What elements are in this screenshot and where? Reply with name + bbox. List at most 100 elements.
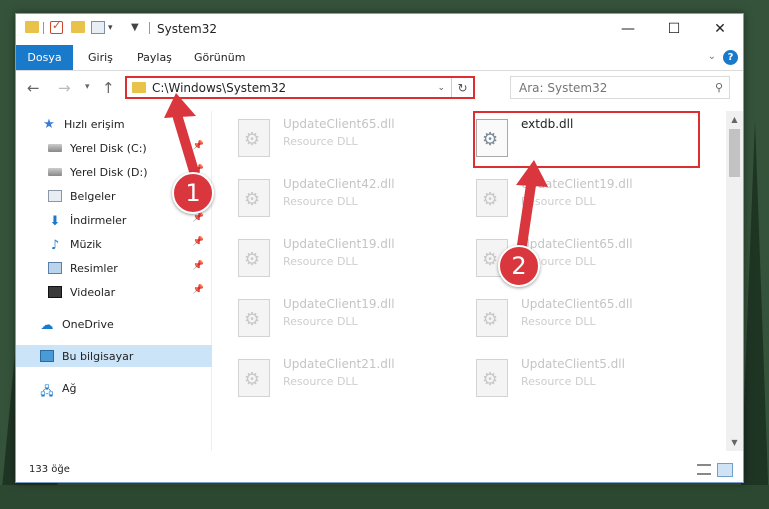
file-type: Resource DLL — [521, 195, 596, 208]
file-type: Resource DLL — [283, 135, 358, 148]
dll-file-icon — [238, 359, 270, 397]
address-dropdown-icon[interactable]: ⌄ — [437, 83, 451, 93]
step-2-badge: 2 — [498, 245, 540, 287]
pin-icon[interactable]: 📌 — [193, 141, 204, 151]
sidebar-item-label: Hızlı erişim — [64, 117, 125, 131]
recent-locations-icon[interactable]: ▾ — [85, 82, 90, 92]
file-type: Resource DLL — [521, 315, 596, 328]
file-item[interactable]: UpdateClient21.dll Resource DLL — [213, 353, 438, 403]
minimize-button[interactable]: — — [605, 14, 651, 44]
file-type: Resource DLL — [283, 255, 358, 268]
sidebar-item-this-pc[interactable]: Bu bilgisayar — [16, 345, 212, 367]
dll-file-icon — [476, 359, 508, 397]
search-box[interactable]: ⚲ — [510, 76, 730, 99]
downloads-icon: ⬇ — [49, 214, 61, 229]
sidebar-item-downloads[interactable]: ⬇ İndirmeler 📌 — [16, 209, 212, 231]
file-item[interactable]: UpdateClient42.dll Resource DLL — [213, 173, 438, 223]
maximize-button[interactable]: ☐ — [651, 14, 697, 44]
window-title: System32 — [157, 22, 218, 36]
address-path[interactable]: C:\Windows\System32 — [152, 81, 437, 95]
address-row: ← → ▾ ↑ C:\Windows\System32 ⌄ ↻ ⚲ — [16, 72, 743, 104]
customize-icon[interactable] — [91, 21, 105, 34]
close-button[interactable]: ✕ — [697, 14, 743, 44]
tab-home[interactable]: Giriş — [76, 45, 125, 70]
dll-file-icon — [238, 119, 270, 157]
search-input[interactable] — [519, 80, 709, 95]
dll-file-icon — [238, 179, 270, 217]
pictures-icon — [48, 262, 62, 274]
sidebar-item-quick-access[interactable]: ★ Hızlı erişim — [16, 113, 212, 135]
pin-icon[interactable]: 📌 — [193, 261, 204, 271]
scroll-up-icon[interactable]: ▲ — [726, 111, 743, 128]
file-item[interactable]: UpdateClient19.dll Resource DLL — [213, 233, 438, 283]
file-item[interactable]: UpdateClient19.dll Resource DLL — [213, 293, 438, 343]
sidebar-item-label: OneDrive — [62, 317, 114, 331]
ribbon-tabs: Dosya Giriş Paylaş Görünüm ⌄ ? — [16, 45, 743, 71]
file-item[interactable]: UpdateClient5.dll Resource DLL — [451, 353, 676, 403]
dll-file-icon — [238, 239, 270, 277]
sidebar-item-label: Bu bilgisayar — [62, 349, 134, 363]
vertical-scrollbar[interactable]: ▲ ▼ — [726, 111, 743, 451]
pin-icon[interactable]: 📌 — [193, 237, 204, 247]
up-arrow-icon[interactable]: ↑ — [102, 79, 115, 97]
quick-access-dropdown-icon[interactable]: ▼ — [131, 22, 139, 33]
title-separator — [149, 22, 150, 34]
toolbar-separator — [43, 22, 44, 34]
file-item[interactable]: UpdateClient19.dll Resource DLL — [451, 173, 676, 223]
address-bar[interactable]: C:\Windows\System32 ⌄ ↻ — [125, 76, 475, 99]
properties-check-icon[interactable] — [50, 19, 63, 34]
sidebar-item-music[interactable]: ♪ Müzik 📌 — [16, 233, 212, 255]
file-item[interactable]: UpdateClient65.dll Resource DLL — [213, 113, 438, 163]
file-name: UpdateClient21.dll — [283, 357, 395, 371]
pin-icon[interactable]: 📌 — [193, 213, 204, 223]
file-type: Resource DLL — [283, 195, 358, 208]
large-icons-view-icon[interactable] — [717, 463, 733, 477]
sidebar-item-network[interactable]: 🖧 Ağ — [16, 377, 212, 399]
chevron-down-icon[interactable]: ▾ — [108, 23, 113, 33]
file-item[interactable]: UpdateClient65.dll Resource DLL — [451, 233, 676, 283]
back-arrow-icon[interactable]: ← — [27, 79, 40, 97]
scroll-down-icon[interactable]: ▼ — [726, 434, 743, 451]
tab-file[interactable]: Dosya — [16, 45, 73, 70]
forward-arrow-icon[interactable]: → — [58, 79, 71, 97]
videos-icon — [48, 286, 62, 298]
file-type: Resource DLL — [283, 375, 358, 388]
scrollbar-thumb[interactable] — [729, 129, 740, 177]
sidebar-item-label: Yerel Disk (D:) — [70, 165, 148, 179]
cloud-icon: ☁ — [40, 318, 54, 333]
pin-icon[interactable]: 📌 — [193, 285, 204, 295]
search-icon[interactable]: ⚲ — [709, 81, 729, 94]
sidebar-item-onedrive[interactable]: ☁ OneDrive — [16, 313, 212, 335]
file-highlight-box — [473, 111, 700, 168]
sidebar-item-drive-c[interactable]: Yerel Disk (C:) 📌 — [16, 137, 212, 159]
navigation-pane: ★ Hızlı erişim Yerel Disk (C:) 📌 Yerel D… — [16, 111, 212, 451]
tab-share[interactable]: Paylaş — [125, 45, 184, 70]
expand-ribbon-icon[interactable]: ⌄ — [708, 51, 716, 62]
folder-icon — [132, 82, 146, 93]
sidebar-item-label: Belgeler — [70, 189, 116, 203]
file-item[interactable]: UpdateClient65.dll Resource DLL — [451, 293, 676, 343]
star-icon: ★ — [43, 116, 55, 132]
dll-file-icon — [476, 299, 508, 337]
sidebar-item-label: Müzik — [70, 237, 102, 251]
refresh-icon[interactable]: ↻ — [451, 78, 473, 97]
sidebar-item-label: Videolar — [70, 285, 116, 299]
documents-icon — [48, 190, 62, 202]
file-name: UpdateClient42.dll — [283, 177, 395, 191]
file-type: Resource DLL — [521, 375, 596, 388]
sidebar-item-pictures[interactable]: Resimler 📌 — [16, 257, 212, 279]
sidebar-item-label: Yerel Disk (C:) — [70, 141, 147, 155]
tab-view[interactable]: Görünüm — [182, 45, 257, 70]
details-view-icon[interactable] — [697, 464, 711, 475]
new-folder-icon[interactable] — [71, 21, 85, 33]
file-name: UpdateClient65.dll — [283, 117, 395, 131]
file-name: UpdateClient65.dll — [521, 297, 633, 311]
help-icon[interactable]: ? — [723, 50, 738, 65]
dll-file-icon — [238, 299, 270, 337]
drive-icon — [48, 168, 62, 176]
network-icon: 🖧 — [40, 384, 54, 398]
item-count: 133 öğe — [29, 464, 70, 475]
file-name: UpdateClient19.dll — [283, 237, 395, 251]
sidebar-item-videos[interactable]: Videolar 📌 — [16, 281, 212, 303]
file-name: UpdateClient19.dll — [283, 297, 395, 311]
